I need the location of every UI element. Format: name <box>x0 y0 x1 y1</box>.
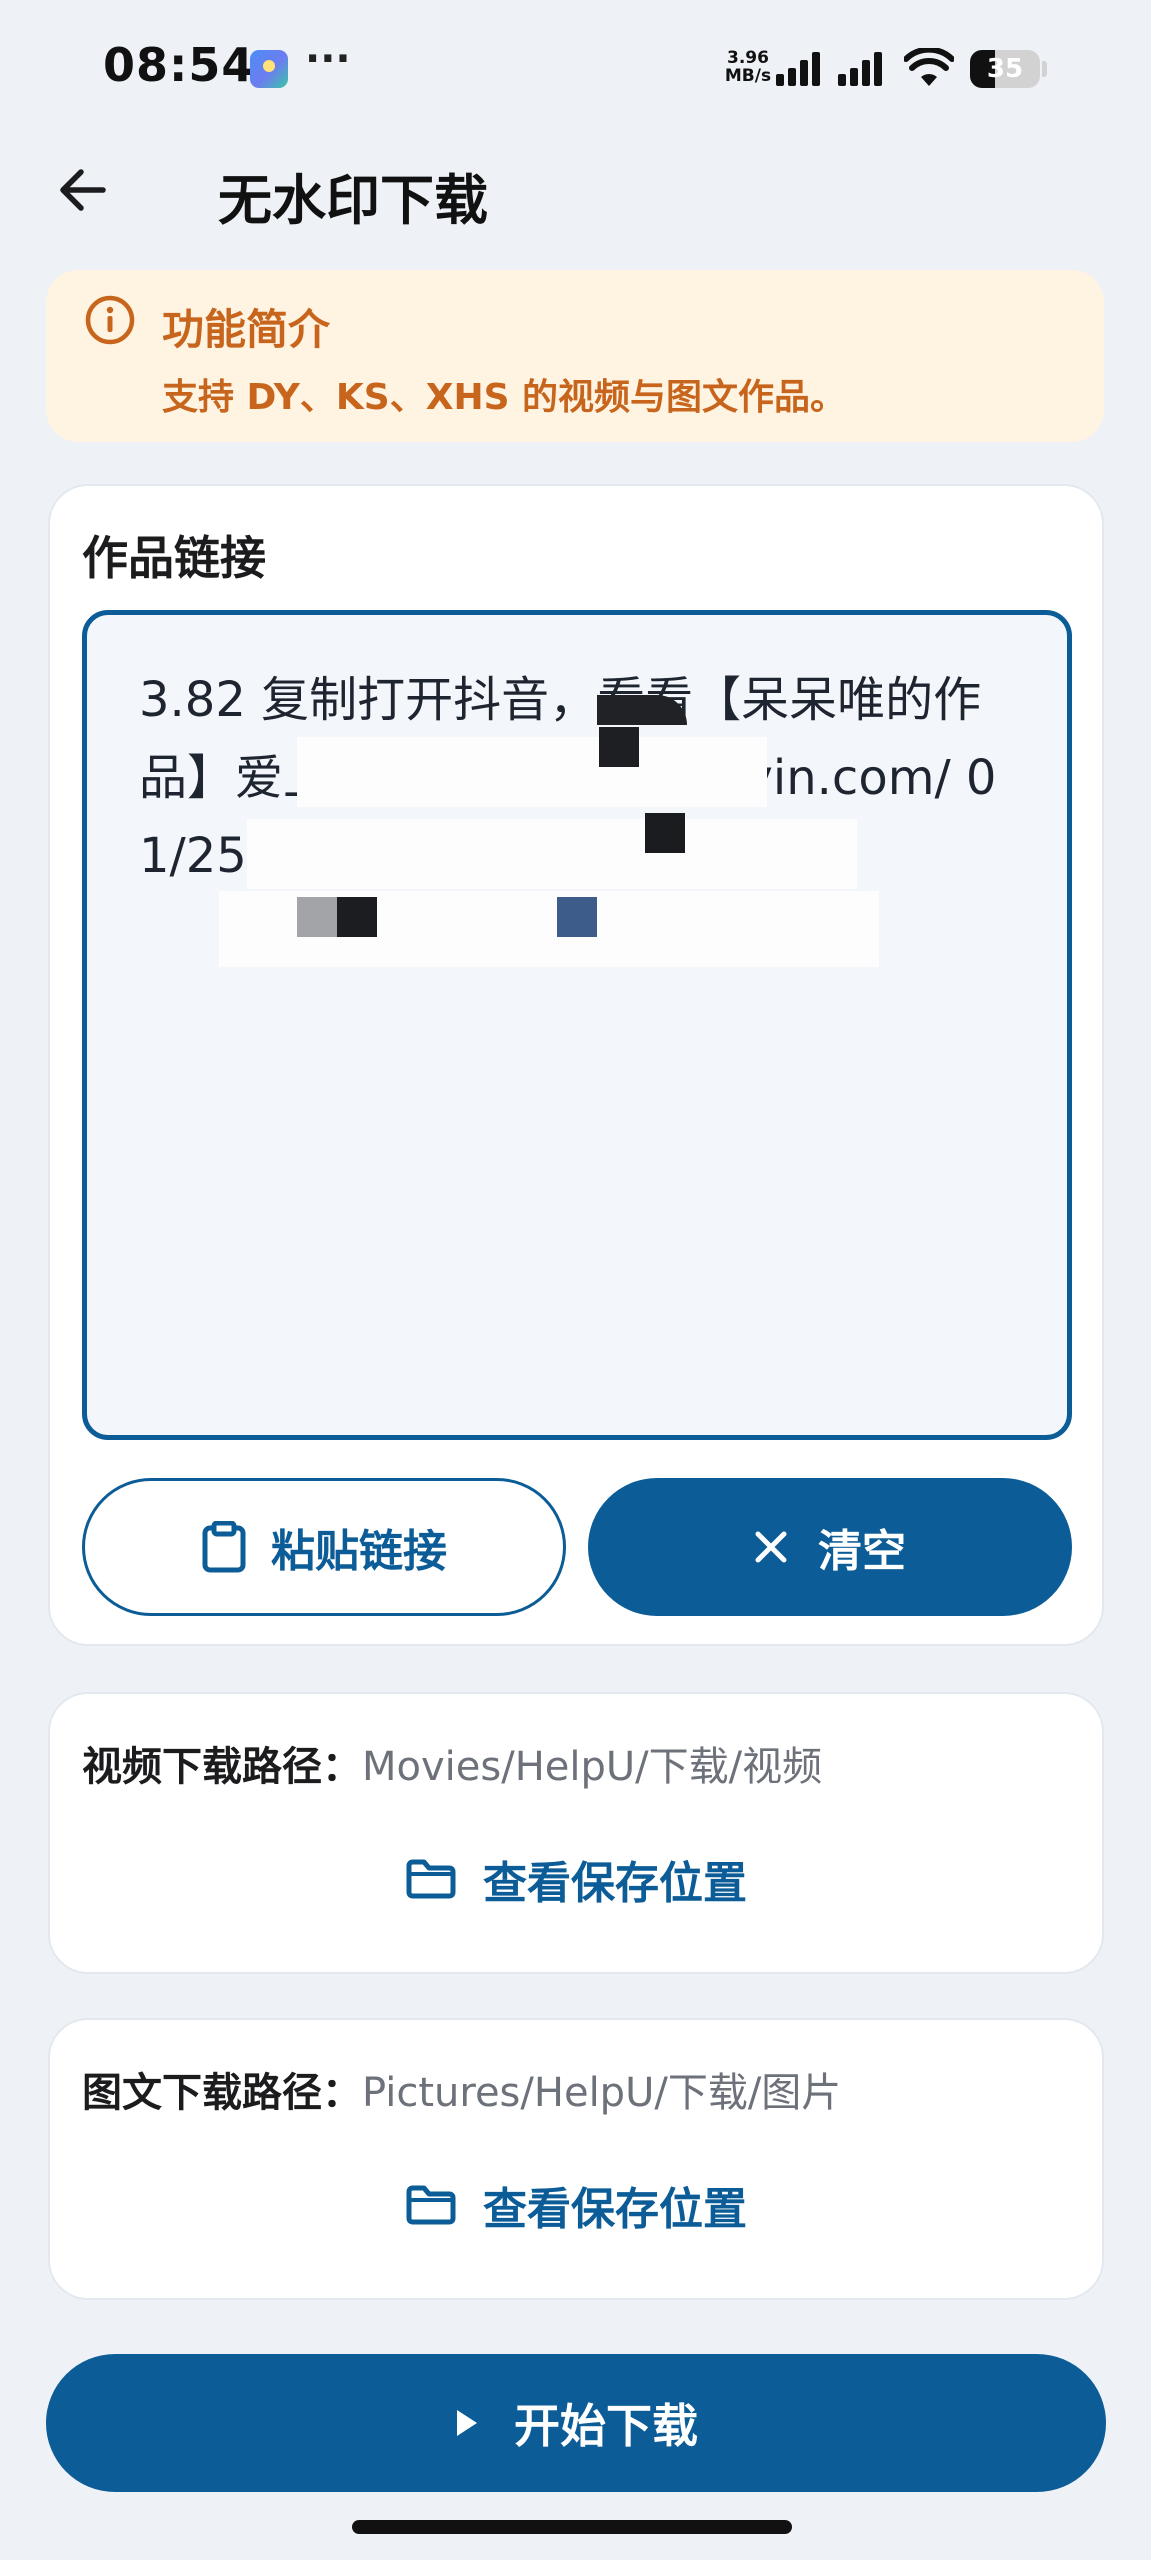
clear-button[interactable]: 清空 <box>588 1478 1072 1616</box>
view-image-location-button[interactable]: 查看保存位置 <box>50 2160 1102 2250</box>
intro-title: 功能简介 <box>162 305 331 354</box>
page-title: 无水印下载 <box>218 169 488 232</box>
network-speed-unit: MB/s <box>724 66 772 86</box>
folder-icon <box>406 1859 456 1899</box>
home-indicator[interactable] <box>352 2520 792 2534</box>
redaction-block <box>247 819 857 889</box>
folder-icon <box>406 2185 456 2225</box>
battery-level: 35 <box>986 54 1024 84</box>
clear-label: 清空 <box>818 1526 906 1577</box>
battery-icon: 35 <box>970 50 1040 88</box>
redaction-block <box>297 737 767 807</box>
clipboard-icon <box>202 1521 246 1573</box>
image-path-card: 图文下载路径：Pictures/HelpU/下载/图片 查看保存位置 <box>48 2018 1104 2300</box>
status-bar: 08:54 ··· 3.96 MB/s 35 <box>0 0 1151 140</box>
wifi-icon <box>904 48 954 86</box>
view-video-location-label: 查看保存位置 <box>483 1858 747 1909</box>
redaction-pixel <box>297 897 337 937</box>
close-icon <box>755 1531 787 1563</box>
redaction-pixel <box>599 727 639 767</box>
link-actions: 粘贴链接 清空 <box>82 1478 1072 1616</box>
view-image-location-label: 查看保存位置 <box>483 2184 747 2235</box>
link-card: 作品链接 3.82 复制打开抖音，看看【呆呆唯的作品】爱上了你 https://… <box>48 484 1104 1646</box>
screen: 08:54 ··· 3.96 MB/s 35 无水印下载 功能简介 支持 DY、… <box>0 0 1151 2560</box>
link-label: 作品链接 <box>82 531 266 585</box>
network-speed-value: 3.96 <box>727 48 769 68</box>
intro-text: 支持 DY、KS、XHS 的视频与图文作品。 <box>162 377 847 418</box>
start-download-button[interactable]: 开始下载 <box>46 2354 1106 2492</box>
paste-link-button[interactable]: 粘贴链接 <box>82 1478 566 1616</box>
image-path-value: Pictures/HelpU/下载/图片 <box>362 2070 842 2116</box>
image-path-row: 图文下载路径：Pictures/HelpU/下载/图片 <box>82 2060 841 2118</box>
battery-tip <box>1042 61 1047 77</box>
arrow-left-icon <box>60 169 106 211</box>
info-icon <box>85 295 135 345</box>
redaction-pixel <box>337 897 377 937</box>
network-speed: 3.96 MB/s <box>720 49 776 85</box>
cell-signal-1-icon <box>776 52 832 86</box>
intro-banner: 功能简介 支持 DY、KS、XHS 的视频与图文作品。 <box>46 270 1104 442</box>
cell-signal-2-icon <box>838 52 894 86</box>
status-time: 08:54 <box>103 38 255 92</box>
video-path-row: 视频下载路径：Movies/HelpU/下载/视频 <box>82 1734 822 1792</box>
gallery-notification-icon <box>250 50 288 88</box>
more-notifications-icon: ··· <box>305 36 351 82</box>
redaction-pixel <box>597 695 687 725</box>
video-path-card: 视频下载路径：Movies/HelpU/下载/视频 查看保存位置 <box>48 1692 1104 1974</box>
paste-link-label: 粘贴链接 <box>271 1526 447 1577</box>
image-path-label: 图文下载路径： <box>82 2070 362 2116</box>
video-path-label: 视频下载路径： <box>82 1744 362 1790</box>
play-icon <box>457 2410 477 2436</box>
video-path-value: Movies/HelpU/下载/视频 <box>362 1744 823 1790</box>
start-download-label: 开始下载 <box>514 2399 698 2453</box>
view-video-location-button[interactable]: 查看保存位置 <box>50 1834 1102 1924</box>
redaction-pixel <box>557 897 597 937</box>
back-button[interactable] <box>48 150 118 230</box>
redaction-pixel <box>645 813 685 853</box>
link-input[interactable]: 3.82 复制打开抖音，看看【呆呆唯的作品】爱上了你 https://v.dou… <box>82 610 1072 1440</box>
